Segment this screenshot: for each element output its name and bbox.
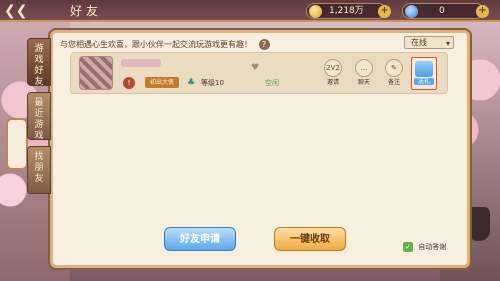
rank-icon: ! — [123, 77, 135, 89]
coin-amount: 1,218万 — [329, 6, 364, 16]
heart-icon[interactable]: ♥ — [251, 63, 259, 73]
gift-label: 送礼 — [414, 78, 434, 85]
friend-request-button[interactable]: 好友申请 — [164, 227, 236, 251]
presence-status: 空闲 — [265, 79, 279, 87]
gift-icon — [415, 61, 433, 77]
tab-recent-games[interactable]: 最近游戏 — [27, 92, 51, 141]
chat-icon: ... — [355, 59, 373, 77]
hint-text: 与您相遇心生欢喜，跟小伙伴一起交流玩游戏更有趣！ — [60, 40, 252, 49]
invite-icon: 2V2 — [324, 59, 342, 77]
auto-reply-toggle[interactable]: ✓ 自动答谢 — [403, 242, 446, 252]
checkbox-icon[interactable]: ✓ — [403, 242, 413, 252]
add-gem-icon[interactable]: + — [476, 5, 489, 18]
invite-button[interactable]: 2V2 邀请 — [321, 59, 345, 86]
note-button[interactable]: ✎ 备注 — [382, 59, 406, 86]
lantern-decoration — [6, 118, 28, 170]
add-coin-icon[interactable]: + — [378, 5, 391, 18]
note-label: 备注 — [387, 79, 400, 86]
page-title: 好友 — [70, 4, 103, 18]
level-icon: ♣ — [187, 78, 196, 88]
back-arrow-icon[interactable]: ❮❮ — [4, 2, 44, 20]
gem-amount: 0 — [439, 6, 445, 16]
gem-counter[interactable]: 0 + — [402, 3, 489, 19]
tab-game-friends[interactable]: 游戏好友 — [27, 38, 51, 87]
coin-icon — [309, 5, 322, 18]
gift-button[interactable]: 送礼 — [411, 57, 437, 90]
help-icon[interactable]: ? — [258, 39, 270, 50]
note-icon: ✎ — [385, 59, 403, 77]
tab-find-friends[interactable]: 找朋友 — [27, 146, 51, 194]
level-text: 等级10 — [201, 79, 224, 87]
pot-decoration — [468, 207, 490, 241]
avatar[interactable] — [79, 56, 113, 90]
friend-name — [121, 59, 161, 67]
friend-row[interactable]: ! 初出大侠 ♣ 等级10 ♥ 空闲 2V2 邀请 ... 聊天 ✎ 备注 送礼 — [70, 52, 448, 94]
status-value: 在线 — [411, 38, 427, 47]
collect-all-button[interactable]: 一键收取 — [274, 227, 346, 251]
rank-badge: 初出大侠 — [145, 77, 180, 88]
top-bar: ❮❮ 好友 1,218万 + 0 + — [0, 0, 500, 22]
invite-label: 邀请 — [326, 79, 339, 86]
chat-label: 聊天 — [357, 79, 370, 86]
chevron-down-icon: ▾ — [445, 39, 450, 48]
coin-counter[interactable]: 1,218万 + — [306, 3, 391, 19]
gem-icon — [405, 5, 418, 18]
auto-reply-label: 自动答谢 — [418, 243, 447, 251]
hint-row: 与您相遇心生欢喜，跟小伙伴一起交流玩游戏更有趣！ ? — [60, 38, 460, 52]
side-tabs: 游戏好友 最近游戏 找朋友 — [27, 38, 51, 200]
status-dropdown[interactable]: 在线 ▾ — [404, 36, 454, 49]
chat-button[interactable]: ... 聊天 — [352, 59, 376, 86]
